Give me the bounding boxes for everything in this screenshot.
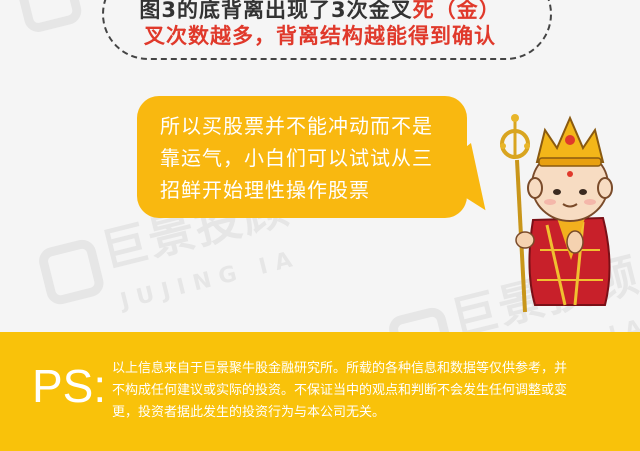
disclaimer-line1: 以上信息来自于巨景聚牛股金融研究所。所载的各种信息和数据等仅供参考，并 [112,361,568,376]
disclaimer-text: 以上信息来自于巨景聚牛股金融研究所。所载的各种信息和数据等仅供参考，并 不构成任… [112,358,617,424]
top-callout-line1-text: 图3的底背离出现了3次金叉 [139,0,413,22]
top-callout-line2: 叉次数越多，背离结构越能得到确认 [144,24,496,48]
ps-label: PS: [32,360,107,412]
speech-bubble-text: 所以买股票并不能冲动而不是 靠运气，小白们可以试试从三 招鲜开始理性操作股票 [160,110,450,206]
speech-bubble-line2: 靠运气，小白们可以试试从三 [160,146,433,170]
disclaimer-line3: 更，投资者据此发生的投资行为与本公司无关。 [112,405,386,420]
watermark-logo-icon [36,236,107,307]
watermark-en: JUJING IA [117,245,303,315]
monk-character-illustration [500,114,613,313]
infographic-canvas: 巨景投顾 JUJING IA 巨景投顾 JUJING IA 图3的底背离出现了3… [0,0,640,451]
disclaimer-line2: 不构成任何建议或实际的投资。不保证当中的观点和判断不会发生任何调整或变 [112,383,568,398]
top-callout-highlight: 死（金） [412,0,501,22]
speech-bubble-line1: 所以买股票并不能冲动而不是 [160,114,433,138]
speech-bubble-line3: 招鲜开始理性操作股票 [160,178,370,202]
